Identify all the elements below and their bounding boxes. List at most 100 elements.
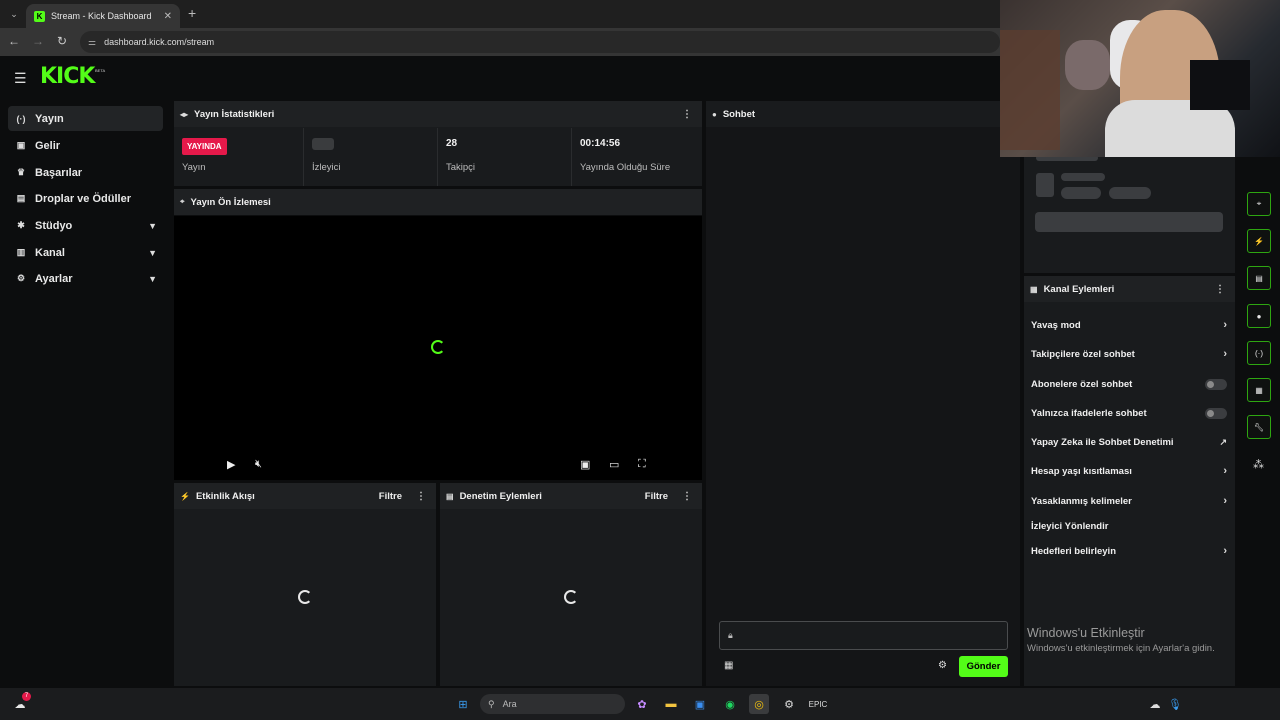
send-button[interactable]: Gönder	[959, 656, 1008, 677]
mute-icon[interactable]: 🔇︎	[255, 458, 262, 471]
rail-focus-icon[interactable]: ⌖	[1247, 192, 1271, 216]
theater-mode-icon[interactable]: ▭	[609, 458, 619, 471]
action-label: Takipçilere özel sohbet	[1031, 348, 1135, 360]
action-goals[interactable]: Hedefleri belirleyin ›	[1031, 542, 1227, 560]
sidebar-item-label: Stüdyo	[35, 219, 73, 232]
taskbar-search-input[interactable]: ⚲ Ara	[480, 694, 625, 714]
site-info-icon[interactable]: ⚌	[88, 37, 96, 48]
skeleton-bar	[1109, 187, 1151, 199]
chat-panel: ● Sohbet	[706, 101, 1020, 686]
sidebar-item-droplar[interactable]: ▤ Droplar ve Ödüller	[8, 186, 163, 211]
action-slow-mode[interactable]: Yavaş mod ›	[1031, 316, 1227, 334]
lock-icon: 🔒︎	[728, 630, 733, 640]
reload-icon[interactable]: ↻	[54, 34, 70, 48]
sidebar-item-ayarlar[interactable]: ⚙ Ayarlar ▼	[8, 266, 163, 291]
palette-icon: ✱	[17, 220, 25, 230]
stat-uptime: 00:14:56 Yayında Olduğu Süre	[572, 128, 702, 186]
rail-clipboard-icon[interactable]: ▤	[1247, 266, 1271, 290]
channel-actions-panel: ▦ Kanal Eylemleri ⋮	[1024, 276, 1235, 686]
skeleton-bar	[1061, 173, 1105, 181]
store-icon[interactable]: ▦	[724, 660, 733, 671]
filter-button[interactable]: Filtre	[379, 491, 402, 502]
video-player[interactable]	[174, 216, 702, 480]
kebab-menu-icon[interactable]: ⋮	[416, 491, 426, 502]
stat-label: Yayında Olduğu Süre	[580, 162, 671, 173]
picture-in-picture-icon[interactable]: ▣	[580, 458, 590, 471]
weather-badge: 7	[22, 692, 31, 701]
stat-label: Yayın	[182, 162, 206, 173]
file-explorer-icon[interactable]: ▬	[661, 694, 681, 714]
sidebar: (·) Yayın ▣ Gelir ♛ Başarılar ▤ Droplar …	[0, 100, 170, 688]
action-banned-words[interactable]: Yasaklanmış kelimeler ›	[1031, 492, 1227, 510]
sidebar-item-basarilar[interactable]: ♛ Başarılar	[8, 160, 163, 185]
play-icon[interactable]: ▶	[227, 458, 235, 471]
chat-input[interactable]: 🔒︎	[719, 621, 1008, 650]
sidebar-item-label: Droplar ve Ödüller	[35, 192, 131, 205]
chevron-down-icon: ▼	[148, 247, 157, 258]
loading-card	[1024, 155, 1235, 273]
emotes-only-toggle[interactable]	[1205, 407, 1227, 419]
action-ai-moderation[interactable]: Yapay Zeka ile Sohbet Denetimi ↗	[1031, 433, 1227, 451]
chevron-down-icon: ▼	[148, 273, 157, 284]
action-label: Hesap yaşı kısıtlaması	[1031, 465, 1132, 477]
action-raid[interactable]: İzleyici Yönlendir	[1031, 517, 1227, 535]
viewers-loading-placeholder	[312, 138, 334, 150]
spotify-icon[interactable]: ◉	[720, 694, 740, 714]
epic-games-icon[interactable]: EPIC	[808, 694, 828, 714]
action-emotes-only[interactable]: Yalnızca ifadelerle sohbet	[1031, 404, 1227, 422]
panel-title: Kanal Eylemleri	[1043, 283, 1115, 295]
webcam-overlay	[1000, 0, 1280, 157]
close-tab-icon[interactable]: ✕	[164, 11, 172, 22]
action-account-age[interactable]: Hesap yaşı kısıtlaması ›	[1031, 462, 1227, 480]
action-followers-only[interactable]: Takipçilere özel sohbet ›	[1031, 345, 1227, 363]
panel-title: Denetim Eylemleri	[459, 490, 542, 502]
panel-title: Etkinlik Akışı	[195, 490, 255, 502]
forward-arrow-icon[interactable]: →	[30, 34, 46, 48]
chrome-icon[interactable]: ◎	[749, 694, 769, 714]
action-subscribers-only[interactable]: Abonelere özel sohbet	[1031, 375, 1227, 393]
store-app-icon[interactable]: ▣	[690, 694, 710, 714]
action-label: Hedefleri belirleyin	[1031, 545, 1117, 557]
loading-spinner-icon	[564, 590, 578, 604]
hamburger-menu-icon[interactable]: ☰	[14, 70, 28, 87]
subscribers-only-toggle[interactable]	[1205, 378, 1227, 390]
chat-settings-gear-icon[interactable]: ⚙	[938, 660, 947, 671]
microphone-icon[interactable]: 🎙︎	[1165, 694, 1185, 714]
app-icon[interactable]: ⚙	[779, 694, 799, 714]
onedrive-icon[interactable]: ☁	[1145, 694, 1165, 714]
rail-lightning-icon[interactable]: ⚡	[1247, 229, 1271, 253]
panel-title: Yayın İstatistikleri	[194, 108, 275, 120]
action-label: Yavaş mod	[1031, 319, 1081, 331]
sidebar-item-gelir[interactable]: ▣ Gelir	[8, 133, 163, 158]
activity-feed-panel: ⚡ Etkinlik Akışı Filtre ⋮	[174, 483, 436, 686]
browser-tab[interactable]: K Stream - Kick Dashboard ✕	[26, 4, 180, 28]
tab-search-chevron-icon[interactable]: ⌄	[6, 6, 22, 22]
rail-layout-icon[interactable]: ▦	[1247, 378, 1271, 402]
copilot-icon[interactable]: ✿	[632, 694, 652, 714]
rail-add-widget-icon[interactable]: ⁂	[1253, 458, 1264, 471]
kick-logo[interactable]: KICK	[40, 64, 95, 89]
sidebar-item-yayin[interactable]: (·) Yayın	[8, 106, 163, 131]
new-tab-button[interactable]: +	[188, 5, 196, 21]
skeleton-bar	[1061, 187, 1101, 199]
fullscreen-icon[interactable]: ⛶	[638, 458, 646, 471]
rail-wrench-icon[interactable]: 🔧︎	[1247, 415, 1271, 439]
sidebar-item-studyo[interactable]: ✱ Stüdyo ▼	[8, 213, 163, 238]
sidebar-item-label: Yayın	[35, 112, 64, 125]
back-arrow-icon[interactable]: ←	[6, 34, 22, 48]
stats-icon: ◂▸	[180, 109, 189, 119]
live-badge: YAYINDA	[182, 138, 227, 155]
tab-title: Stream - Kick Dashboard	[51, 11, 152, 21]
kebab-menu-icon[interactable]: ⋮	[682, 491, 692, 502]
sidebar-item-label: Gelir	[35, 139, 61, 152]
decor-image	[1065, 40, 1110, 90]
sidebar-item-kanal[interactable]: ▥ Kanal ▼	[8, 240, 163, 265]
windows-start-icon[interactable]: ⊞	[453, 694, 473, 714]
rail-broadcast-icon[interactable]: (·)	[1247, 341, 1271, 365]
url-bar[interactable]: ⚌ dashboard.kick.com/stream	[80, 31, 1000, 53]
kebab-menu-icon[interactable]: ⋮	[1215, 284, 1225, 295]
filter-button[interactable]: Filtre	[645, 491, 668, 502]
beta-badge: BETA	[95, 68, 106, 73]
rail-chat-icon[interactable]: ●	[1247, 304, 1271, 328]
kebab-menu-icon[interactable]: ⋮	[682, 109, 692, 120]
